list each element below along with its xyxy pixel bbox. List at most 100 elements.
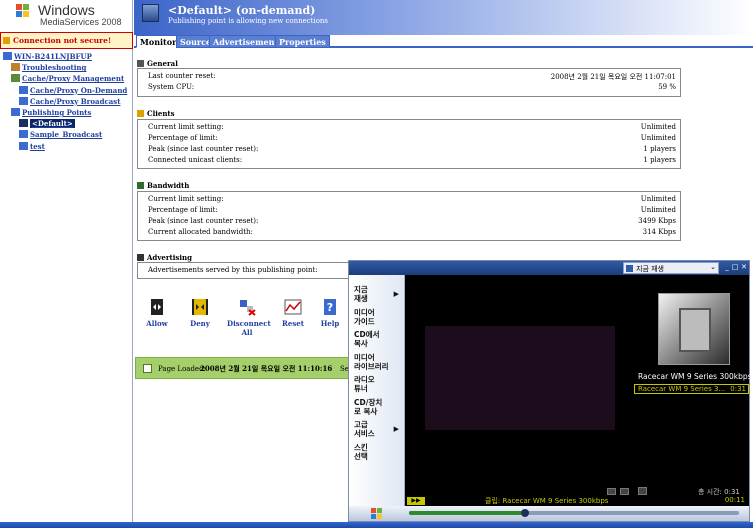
seek-bar[interactable] [409,509,739,517]
tab-properties[interactable]: Properties [275,35,330,48]
view-options-icon[interactable] [620,488,629,495]
minimize-icon[interactable]: _ [723,263,731,272]
video-area[interactable] [405,275,634,487]
tree-item[interactable]: Cache/Proxy Management [11,74,124,85]
close-icon[interactable]: ✕ [740,263,748,272]
player-nav-item[interactable]: 미디어 가이드 [354,308,402,326]
tree-node-icon [11,74,20,83]
clients-icon [137,110,144,117]
general-box: Last counter reset: 2008년 2월 21일 목요일 오전 1… [137,68,681,97]
bandwidth-row: Percentage of limit: Unlimited [148,206,676,214]
tree-node-icon [19,96,28,105]
tree-item[interactable]: <Default> [19,119,75,130]
player-nav-item[interactable]: 미디어 라이브러리 [354,353,402,371]
help-icon: ? [324,299,336,315]
deny-button[interactable]: Deny [181,298,219,328]
playlist-options-icon[interactable] [638,487,647,495]
tree-item[interactable]: Publishing Points [11,108,91,119]
tab-advertisement[interactable]: Advertisement [209,35,283,48]
tree-item[interactable]: Cache/Proxy On-Demand [19,85,127,97]
product-logo: Windows MediaServices 2008 [0,0,132,30]
player-nav-item[interactable]: CD에서 복사 [354,330,402,348]
fullscreen-icon[interactable] [607,488,616,495]
media-player-window: 지금 재생 ⌄ _ □ ✕ 지금 재생 ▶ 미디어 가이드 CD에서 복사미디어 라이브러리라… [348,260,752,522]
player-titlebar[interactable]: 지금 재생 ⌄ _ □ ✕ [349,261,749,275]
clip-title: 클립: Racecar WM 9 Series 300kbps [485,497,609,505]
player-nav-item[interactable]: 라디오 튜너 [354,375,402,393]
clients-row: Percentage of limit: Unlimited [148,134,676,142]
seek-handle[interactable] [520,509,529,517]
refresh-icon[interactable] [143,364,152,373]
tab-monitor[interactable]: Monitor [136,35,181,48]
allow-icon [149,299,165,315]
bandwidth-icon [137,182,144,189]
warning-icon [3,37,10,44]
navigation-pane: Windows MediaServices 2008 Connection no… [0,0,133,528]
windows-flag-icon [16,4,30,18]
windows-logo-icon [371,508,382,519]
tree-node-icon [3,52,12,60]
bandwidth-row: Peak (since last counter reset): 3499 Kbp… [148,217,676,225]
taskbar [0,522,753,528]
tree-node-icon [11,108,20,116]
advertising-icon [137,254,144,261]
general-row: System CPU: 59 % [148,83,676,91]
tree-node-icon [19,141,28,150]
page-subtitle: Publishing point is allowing new connect… [168,17,329,25]
elapsed-time: 00:11 [724,496,745,504]
audio-badge-icon: ▶▶ [407,497,425,505]
player-nav-item[interactable]: 고급 서비스 ▶ [354,420,402,438]
tree-node-icon [19,119,28,128]
now-playing-dropdown[interactable]: 지금 재생 ⌄ [623,262,719,274]
help-button[interactable]: ? Help [315,298,345,328]
bandwidth-section-title: Bandwidth [137,181,189,190]
seek-progress [409,511,525,515]
reset-button[interactable]: Reset [274,298,312,328]
maximize-icon[interactable]: □ [731,263,739,272]
tree-item[interactable]: test [19,141,45,153]
bandwidth-row: Current allocated bandwidth: 314 Kbps [148,228,676,236]
playlist-item[interactable]: Racecar WM 9 Series 3... 0:31 [634,384,749,394]
allow-button[interactable]: Allow [138,298,176,328]
player-nav: 지금 재생 ▶ 미디어 가이드 CD에서 복사미디어 라이브러리라디오 튜너 CD/장치 로 복사고… [349,275,405,511]
tree-item[interactable]: WIN-B241LNJBFUP [3,52,92,63]
logo-line1: Windows [38,2,95,18]
disconnect-icon [240,300,256,316]
transport-bar [349,506,749,521]
chevron-right-icon: ▶ [393,425,399,433]
tree-node-icon [19,130,28,139]
chevron-right-icon: ▶ [393,290,399,298]
clients-section-title: Clients [137,109,175,118]
bandwidth-row: Current limit setting: Unlimited [148,195,676,203]
status-value: 2008년 2월 21일 목요일 오전 11:10:16 [200,364,333,373]
player-nav-item[interactable]: CD/장치 로 복사 [354,398,402,416]
logo-line2: MediaServices 2008 [40,17,122,27]
tree-item[interactable]: Sample_Broadcast [19,130,102,141]
advertising-section-title: Advertising [137,253,192,262]
film-icon [679,308,711,352]
status-label: Page Loaded: [158,365,206,373]
album-art [658,293,730,365]
clients-row: Peak (since last counter reset): 1 player… [148,145,676,153]
video-controls [405,487,634,496]
svg-text:?: ? [327,301,333,314]
tab-bar: Monitor Source Advertisement Properties [134,35,753,48]
reset-icon [284,299,302,315]
page-header: <Default> (on-demand) Publishing point i… [134,0,753,35]
connection-warning[interactable]: Connection not secure! [0,32,133,49]
general-row: Last counter reset: 2008년 2월 21일 목요일 오전 1… [148,72,676,81]
deny-icon [192,299,208,315]
tree-node-icon [11,63,20,72]
tree-item[interactable]: Cache/Proxy Broadcast [19,96,120,108]
player-nav-item[interactable]: 지금 재생 ▶ [354,285,402,303]
bandwidth-box: Current limit setting: Unlimited Percenta… [137,191,681,241]
connection-warning-text: Connection not secure! [13,36,112,45]
player-nav-item[interactable]: 스킨 선택 [354,443,402,461]
disconnect-all-button[interactable]: Disconnect All [227,298,271,337]
playlist-title: Racecar WM 9 Series 300kbps [638,372,752,381]
status-bar: Page Loaded: 2008년 2월 21일 목요일 오전 11:10:1… [135,357,351,379]
tree-item[interactable]: Troubleshooting [11,63,86,74]
video-frame [425,326,615,430]
clients-box: Current limit setting: Unlimited Percenta… [137,119,681,169]
page-title: <Default> (on-demand) [168,4,316,17]
